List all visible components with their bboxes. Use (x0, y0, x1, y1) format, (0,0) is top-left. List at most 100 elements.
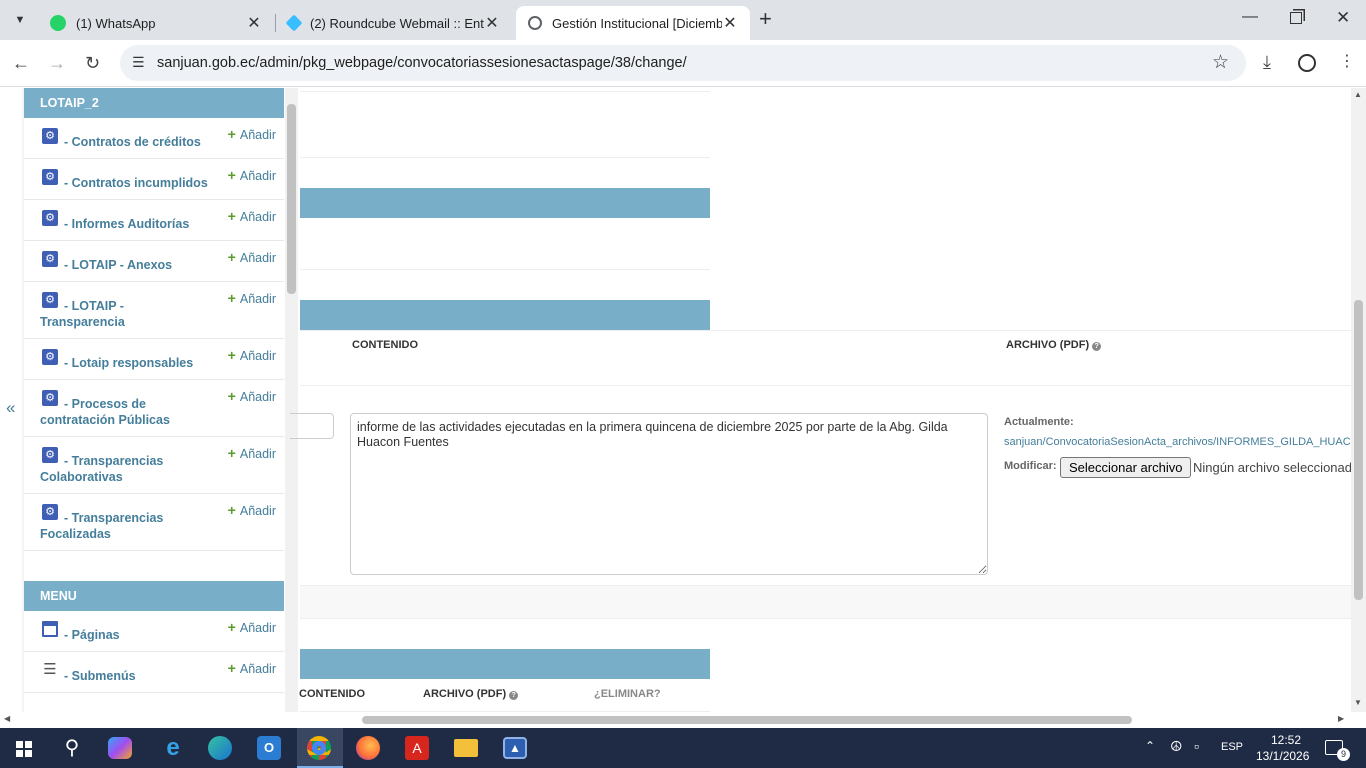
scroll-down-arrow[interactable]: ▼ (1354, 698, 1362, 707)
new-tab-button[interactable]: + (759, 6, 772, 32)
tab-whatsapp[interactable]: (1) WhatsApp ✕ (38, 6, 274, 40)
no-file-selected-text: Ningún archivo seleccionad (1193, 460, 1351, 475)
tab-gestion-institucional[interactable]: Gestión Institucional [Diciembre ✕ (516, 6, 750, 40)
inline-group-header (300, 649, 710, 679)
windows-taskbar: ⚲ e O A ▲ ⌃ ☮ ▫ ESP 12:52 13/1/2026 9 (0, 728, 1366, 768)
outlook-icon[interactable]: O (257, 736, 281, 760)
close-icon[interactable]: ✕ (722, 13, 738, 33)
tab-search-icon[interactable]: ▼ (8, 8, 32, 32)
sidebar-scrollbar-thumb[interactable] (287, 104, 296, 294)
gear-icon: ⚙ (42, 169, 58, 185)
inline-group-header (300, 188, 710, 218)
forward-icon[interactable]: → (48, 53, 66, 73)
plus-icon: + (227, 388, 236, 404)
restore-button[interactable] (1290, 12, 1302, 24)
add-link[interactable]: + Añadir (228, 445, 276, 461)
plus-icon: + (227, 660, 236, 676)
internet-explorer-icon[interactable]: e (158, 734, 188, 762)
volume-icon[interactable]: ▫ (1194, 738, 1199, 754)
page-vertical-scrollbar[interactable]: ▲ ▼ (1351, 88, 1366, 712)
minimize-button[interactable]: — (1242, 8, 1258, 26)
bookmark-star-icon[interactable]: ☆ (1212, 51, 1229, 74)
sidebar-item-lotaip-anexos: ⚙ - LOTAIP - Anexos + Añadir (24, 241, 284, 282)
horizontal-scrollbar-thumb[interactable] (362, 716, 1132, 724)
add-link[interactable]: + Añadir (228, 502, 276, 518)
scroll-up-arrow[interactable]: ▲ (1354, 90, 1362, 99)
select-file-button[interactable]: Seleccionar archivo (1060, 457, 1192, 478)
plus-icon: + (227, 208, 236, 224)
sidebar-item-contratos-incumplidos: ⚙ - Contratos incumplidos + Añadir (24, 159, 284, 200)
sidebar-item-submenus: ☰ - Submenús + Añadir (24, 652, 284, 693)
form-row-border (300, 157, 710, 158)
module-caption-menu[interactable]: MENU (24, 581, 284, 611)
remote-desktop-icon[interactable]: ▲ (503, 737, 527, 759)
address-bar[interactable]: ☰ sanjuan.gob.ec/admin/pkg_webpage/convo… (120, 45, 1246, 81)
windows-start-icon[interactable] (16, 741, 32, 757)
browser-toolbar: ← → ↻ ☰ sanjuan.gob.ec/admin/pkg_webpage… (0, 40, 1366, 87)
language-indicator[interactable]: ESP (1221, 741, 1243, 753)
scroll-left-arrow[interactable]: ◀ (4, 714, 10, 723)
show-hidden-icons[interactable]: ⌃ (1145, 739, 1155, 753)
sidebar-toggle[interactable]: « (6, 398, 15, 418)
plus-icon: + (227, 619, 236, 635)
plus-icon: + (227, 167, 236, 183)
gear-icon: ⚙ (42, 390, 58, 406)
contenido-textarea[interactable]: informe de las actividades ejecutadas en… (350, 413, 988, 575)
chrome-icon[interactable] (307, 736, 331, 760)
help-icon[interactable]: ? (509, 691, 519, 700)
search-icon[interactable]: ⚲ (57, 734, 87, 762)
sidebar-item-lotaip-transparencia: ⚙ - LOTAIP - Transparencia + Añadir (24, 282, 284, 339)
add-link[interactable]: + Añadir (228, 167, 276, 183)
sidebar-item-transparencias-colaborativas: ⚙ - Transparencias Colaborativas + Añadir (24, 437, 284, 494)
column-header-eliminar: ¿ELIMINAR? (594, 688, 661, 700)
sidebar-item-procesos-contratacion: ⚙ - Procesos de contratación Públicas + Añ… (24, 380, 284, 437)
add-link[interactable]: + Añadir (228, 126, 276, 142)
page-horizontal-scrollbar[interactable]: ◀ ▶ (0, 712, 1350, 728)
more-menu-icon[interactable]: ⋮ (1339, 52, 1355, 72)
tab-title: (1) WhatsApp (76, 15, 156, 31)
add-link[interactable]: + Añadir (228, 619, 276, 635)
add-link[interactable]: + Añadir (228, 208, 276, 224)
site-info-icon[interactable]: ☰ (132, 54, 145, 71)
add-link[interactable]: + Añadir (228, 290, 276, 306)
plus-icon: + (227, 249, 236, 265)
tab-title: Gestión Institucional [Diciembre (552, 15, 722, 31)
module-caption-lotaip2[interactable]: LOTAIP_2 (24, 88, 284, 118)
close-icon[interactable]: ✕ (246, 13, 262, 33)
network-icon[interactable]: ☮ (1170, 738, 1183, 755)
firefox-icon[interactable] (356, 736, 380, 760)
layout-icon (42, 621, 58, 637)
add-link[interactable]: + Añadir (228, 347, 276, 363)
vertical-scrollbar-thumb[interactable] (1354, 300, 1363, 600)
url-text[interactable]: sanjuan.gob.ec/admin/pkg_webpage/convoca… (157, 55, 687, 71)
gear-icon: ⚙ (42, 349, 58, 365)
plus-icon: + (227, 502, 236, 518)
scroll-right-arrow[interactable]: ▶ (1338, 714, 1344, 723)
clock-date[interactable]: 13/1/2026 (1256, 749, 1309, 763)
add-link[interactable]: + Añadir (228, 249, 276, 265)
acrobat-icon[interactable]: A (405, 736, 429, 760)
close-icon[interactable]: ✕ (484, 13, 500, 33)
add-link[interactable]: + Añadir (228, 388, 276, 404)
inline-input-partial[interactable] (290, 413, 334, 439)
add-link[interactable]: + Añadir (228, 660, 276, 676)
gear-icon: ⚙ (42, 504, 58, 520)
plus-icon: + (227, 126, 236, 142)
tab-roundcube[interactable]: (2) Roundcube Webmail :: Entra ✕ (276, 6, 512, 40)
file-explorer-icon[interactable] (454, 739, 478, 757)
sidebar-item-paginas: - Páginas + Añadir (24, 611, 284, 652)
help-icon[interactable]: ? (1092, 342, 1102, 351)
close-window-button[interactable]: ✕ (1336, 8, 1350, 28)
gear-icon: ⚙ (42, 447, 58, 463)
sidebar-item-informes-auditorias: ⚙ - Informes Auditorías + Añadir (24, 200, 284, 241)
reload-icon[interactable]: ↻ (85, 53, 100, 73)
current-file-link[interactable]: sanjuan/ConvocatoriaSesionActa_archivos/… (1004, 436, 1351, 448)
copilot-icon[interactable] (108, 737, 132, 759)
download-icon[interactable]: ⤓ (1263, 52, 1271, 72)
gear-icon: ⚙ (42, 128, 58, 144)
edge-icon[interactable] (208, 736, 232, 760)
clock-time[interactable]: 12:52 (1271, 733, 1301, 747)
back-icon[interactable]: ← (12, 53, 30, 73)
profile-icon[interactable] (1298, 54, 1316, 72)
